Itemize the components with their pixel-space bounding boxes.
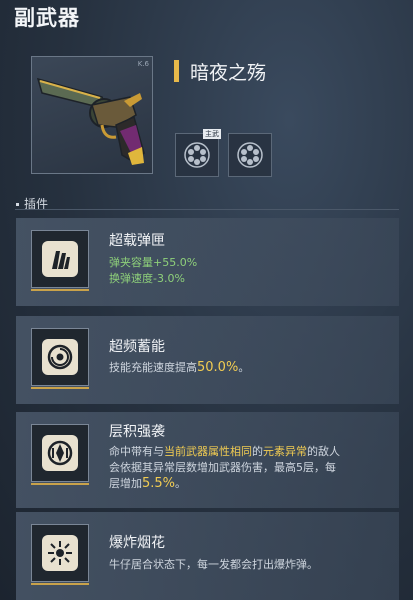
plugin-stat-line: 换弹速度-3.0%	[109, 272, 185, 285]
plugin-value: 5.5%	[142, 476, 176, 491]
plugin-name: 超载弹匣	[109, 233, 165, 249]
plugin-description: 技能充能速度提高50.0%。	[109, 360, 250, 375]
plugin-icon-frame	[31, 230, 89, 291]
section-bullet	[16, 203, 19, 206]
revolver-cylinder-icon	[237, 142, 263, 168]
plugin-stat-line: 弹夹容量+55.0%	[109, 256, 198, 269]
plugin-card-2[interactable]: 超频蓄能 技能充能速度提高50.0%。	[16, 316, 399, 404]
weapon-name: 暗夜之殇	[190, 62, 267, 84]
plugin-icon-frame	[31, 424, 89, 485]
highlight-term: 当前武器属性相同	[164, 445, 252, 458]
plugin-name: 层积强袭	[109, 424, 165, 440]
weapon-image[interactable]: K.6	[31, 56, 153, 174]
plugin-name: 爆炸烟花	[109, 535, 165, 551]
plugin-description-line-1: 命中带有与当前武器属性相同的元素异常的敌人	[109, 445, 340, 458]
section-divider	[15, 209, 399, 210]
attachment-slot-2[interactable]	[228, 133, 272, 177]
plugin-icon-frame	[31, 328, 89, 389]
plugin-value: 50.0%	[197, 360, 239, 375]
page-title: 副武器	[14, 6, 80, 30]
plugin-description: 牛仔居合状态下，每一发都会打出爆炸弹。	[109, 558, 318, 571]
revolver-icon	[36, 77, 145, 165]
plugin-card-1[interactable]: 超载弹匣 弹夹容量+55.0% 换弹速度-3.0%	[16, 218, 399, 306]
magazine-icon	[52, 251, 70, 269]
layered-blade-icon	[47, 440, 73, 466]
plugin-description-line-2: 会依据其异常层数增加武器伤害，最高5层，每	[109, 461, 336, 474]
plugin-icon-frame	[31, 524, 89, 585]
plugin-card-3[interactable]: 层积强袭 命中带有与当前武器属性相同的元素异常的敌人 会依据其异常层数增加武器伤…	[16, 412, 399, 508]
plugin-card-4[interactable]: 爆炸烟花 牛仔居合状态下，每一发都会打出爆炸弹。	[16, 512, 399, 600]
weapon-corner-tag: K.6	[137, 60, 149, 68]
revolver-cylinder-icon	[184, 142, 210, 168]
plugin-description-line-3: 层增加5.5%。	[109, 476, 187, 491]
weapon-name-accent	[174, 60, 179, 82]
energy-swirl-icon	[47, 344, 73, 370]
firework-icon	[48, 541, 72, 565]
attachment-slot-1[interactable]	[175, 133, 219, 177]
highlight-term: 元素异常	[263, 445, 307, 458]
slot-badge: 主武	[203, 129, 221, 139]
plugin-name: 超频蓄能	[109, 339, 165, 355]
